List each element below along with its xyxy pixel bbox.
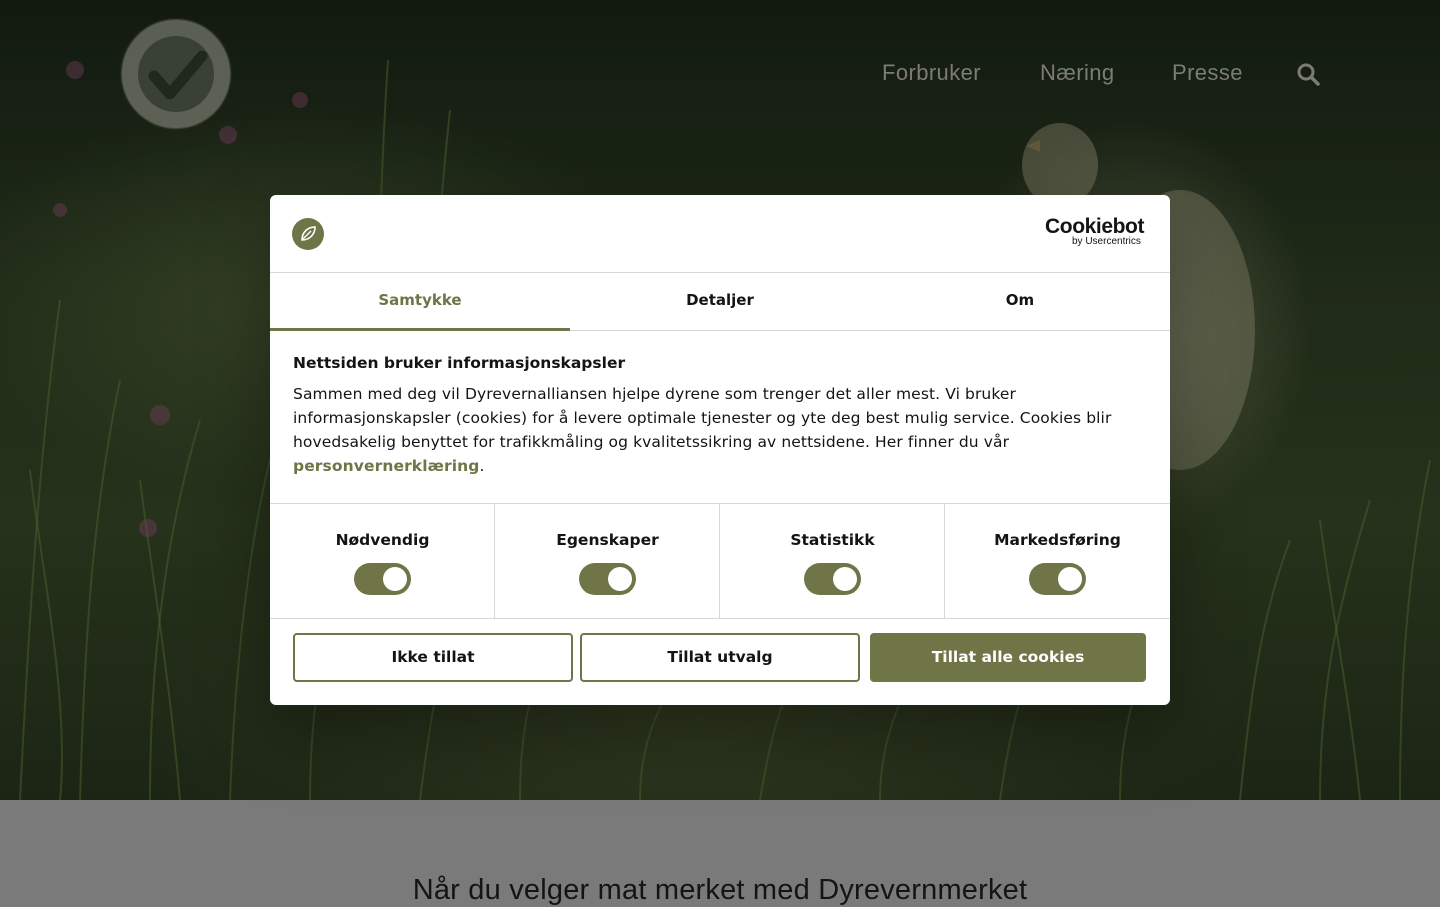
deny-button[interactable]: Ikke tillat: [293, 633, 573, 682]
leaf-icon: [301, 226, 316, 241]
preferences-toggle[interactable]: [579, 563, 636, 595]
toggle-knob: [1058, 567, 1082, 591]
category-label: Statistikk: [790, 531, 875, 549]
toggle-knob: [383, 567, 407, 591]
category-label: Egenskaper: [556, 531, 659, 549]
consent-body: Nettsiden bruker informasjonskapsler Sam…: [293, 354, 1153, 478]
consent-categories: Nødvendig Egenskaper Statistikk Markedsf…: [270, 503, 1170, 619]
toggle-knob: [608, 567, 632, 591]
cookiebot-logo[interactable]: Cookiebot by Usercentrics: [1045, 215, 1149, 249]
nav-item-naering[interactable]: Næring: [1040, 60, 1115, 86]
cookie-consent-dialog: Cookiebot by Usercentrics Samtykke Detal…: [270, 195, 1170, 705]
toggle-knob: [833, 567, 857, 591]
nav-item-forbruker[interactable]: Forbruker: [882, 60, 981, 86]
allow-selection-button[interactable]: Tillat utvalg: [580, 633, 860, 682]
section-heading: Når du velger mat merket med Dyrevernmer…: [412, 874, 1028, 906]
category-label: Markedsføring: [994, 531, 1121, 549]
statistics-toggle[interactable]: [804, 563, 861, 595]
category-preferences: Egenskaper: [495, 504, 720, 618]
tab-detaljer[interactable]: Detaljer: [570, 273, 870, 330]
dyrevernmerket-logo[interactable]: [118, 16, 234, 132]
category-label: Nødvendig: [335, 531, 430, 549]
privacy-policy-link[interactable]: personvernerklæring: [293, 457, 479, 475]
tab-om[interactable]: Om: [870, 273, 1170, 330]
consent-text: Sammen med deg vil Dyrevernalliansen hje…: [293, 382, 1153, 478]
category-marketing: Markedsføring: [945, 504, 1170, 618]
allow-all-button[interactable]: Tillat alle cookies: [870, 633, 1146, 682]
necessary-toggle[interactable]: [354, 563, 411, 595]
marketing-toggle[interactable]: [1029, 563, 1086, 595]
search-icon[interactable]: [1296, 62, 1320, 86]
consent-title: Nettsiden bruker informasjonskapsler: [293, 354, 626, 372]
tab-samtykke[interactable]: Samtykke: [270, 273, 570, 331]
consent-text-body: Sammen med deg vil Dyrevernalliansen hje…: [293, 385, 1112, 451]
dialog-header: Cookiebot by Usercentrics: [270, 195, 1170, 273]
nav-item-presse[interactable]: Presse: [1172, 60, 1243, 86]
site-brand-badge: [292, 218, 324, 250]
cookiebot-byline: by Usercentrics: [1072, 236, 1141, 247]
dialog-tabs: Samtykke Detaljer Om: [270, 273, 1170, 331]
category-necessary: Nødvendig: [270, 504, 495, 618]
category-statistics: Statistikk: [720, 504, 945, 618]
consent-text-period: .: [479, 457, 485, 475]
